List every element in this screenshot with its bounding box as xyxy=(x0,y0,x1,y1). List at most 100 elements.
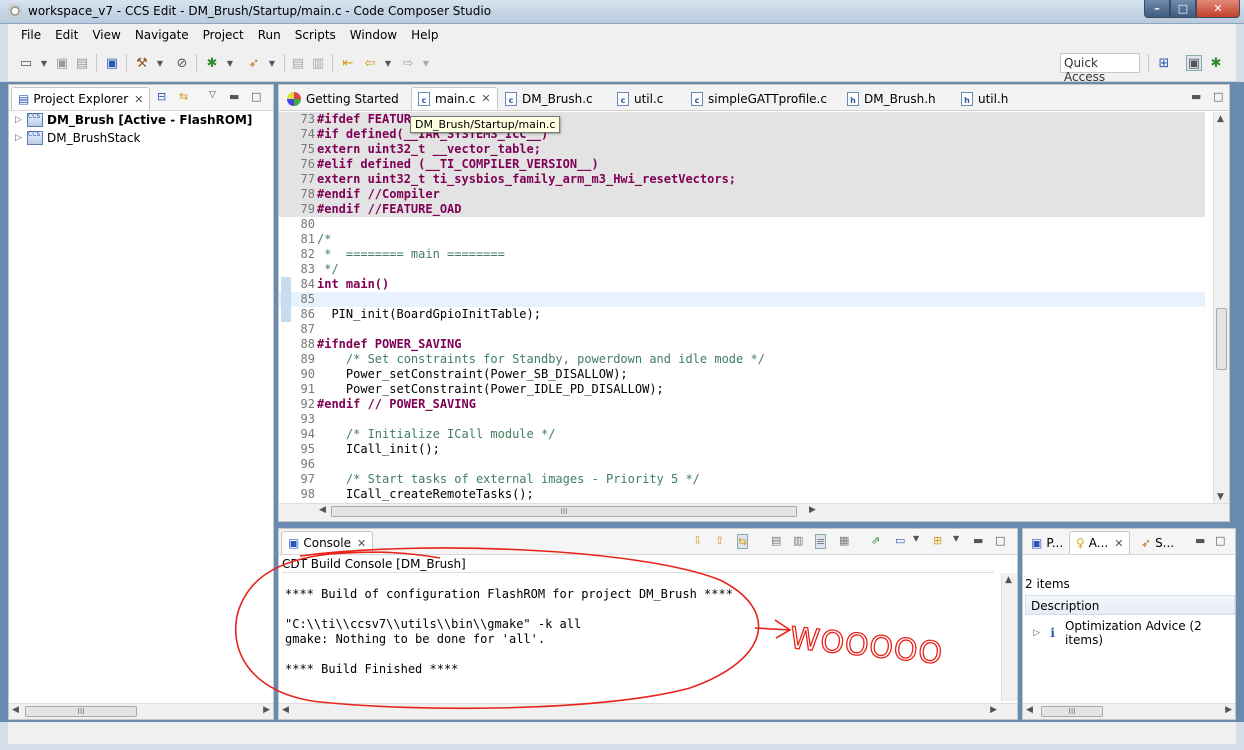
copy-console-icon[interactable]: ▤ xyxy=(771,534,781,547)
display-dropdown-icon[interactable]: ▼ xyxy=(913,534,919,543)
horizontal-scrollbar[interactable]: ◀ ▶ xyxy=(279,703,1017,719)
minimize-view-icon[interactable]: ▬ xyxy=(973,534,983,547)
horizontal-scrollbar[interactable]: ◀ III ▶ xyxy=(279,503,1229,521)
scroll-right-arrow-icon[interactable]: ▶ xyxy=(1225,705,1232,715)
code-line[interactable]: 89 /* Set constraints for Standby, power… xyxy=(279,352,1205,367)
code-line[interactable]: 88 #ifndef POWER_SAVING xyxy=(279,337,1205,352)
horizontal-scrollbar[interactable]: ◀ III ▶ xyxy=(1023,703,1235,719)
code-line[interactable]: 86 PIN_init(BoardGpioInitTable); xyxy=(279,307,1205,322)
new-icon[interactable]: ▭ xyxy=(18,55,34,71)
code-area[interactable]: 73 #ifdef FEATUR 74 #if defined(__IAR_SYSTE… xyxy=(279,112,1205,504)
tab-getting-started[interactable]: Getting Started xyxy=(281,87,405,110)
code-line[interactable]: 78 #endif //Compiler xyxy=(279,187,1205,202)
code-line[interactable]: 98 ICall_createRemoteTasks(); xyxy=(279,487,1205,502)
maximize-view-icon[interactable]: □ xyxy=(1215,534,1225,547)
collapse-all-icon[interactable]: ⊟ xyxy=(157,90,166,103)
code-line[interactable]: 82 * ======== main ======== xyxy=(279,247,1205,262)
minimize-view-icon[interactable]: ▬ xyxy=(1191,90,1201,103)
build-dropdown-icon[interactable]: ▼ xyxy=(152,55,168,71)
tree-item-dm-brushstack[interactable]: ▷ CCS DM_BrushStack xyxy=(15,129,140,147)
open-console-icon[interactable]: ⊞ xyxy=(933,534,942,547)
scroll-right-arrow-icon[interactable]: ▶ xyxy=(990,705,997,715)
build-hammer-icon[interactable]: ⚒ xyxy=(134,55,150,71)
code-line[interactable]: 81/* xyxy=(279,232,1205,247)
ccs-debug-perspective-icon[interactable]: ✱ xyxy=(1208,55,1224,71)
scroll-right-arrow-icon[interactable]: ▶ xyxy=(809,505,816,515)
view-menu-icon[interactable]: ▽ xyxy=(209,90,216,100)
code-line[interactable]: 75 extern uint32_t __vector_table; xyxy=(279,142,1205,157)
description-column-header[interactable]: Description xyxy=(1025,595,1235,615)
tab-simplegattprofile-c[interactable]: c simpleGATTprofile.c xyxy=(685,87,833,110)
terminal-icon[interactable]: ▣ xyxy=(104,55,120,71)
forward-dropdown-icon[interactable]: ▼ xyxy=(418,55,434,71)
maximize-view-icon[interactable]: □ xyxy=(251,90,261,103)
scroll-left-arrow-icon[interactable]: ◀ xyxy=(1026,705,1033,715)
code-line[interactable]: 93 xyxy=(279,412,1205,427)
optimization-advice-row[interactable]: ▷ i Optimization Advice (2 items) xyxy=(1033,619,1235,647)
menu-file[interactable]: File xyxy=(21,28,41,42)
scroll-right-arrow-icon[interactable]: ▶ xyxy=(263,705,270,715)
maximize-view-icon[interactable]: □ xyxy=(995,534,1005,547)
menu-help[interactable]: Help xyxy=(411,28,438,42)
display-console-icon[interactable]: ▭ xyxy=(895,534,905,547)
tab-advice[interactable]: ♀ A... ✕ xyxy=(1069,531,1131,554)
debug-dropdown-icon[interactable]: ▼ xyxy=(222,55,238,71)
debug-bug-icon[interactable]: ✱ xyxy=(204,55,220,71)
scrollbar-thumb[interactable] xyxy=(1216,308,1227,370)
flash-dropdown-icon[interactable]: ▼ xyxy=(264,55,280,71)
open-console-dropdown-icon[interactable]: ▼ xyxy=(953,534,959,543)
code-line[interactable]: 84 int main() xyxy=(279,277,1205,292)
horizontal-scrollbar[interactable]: ◀ III ▶ xyxy=(9,703,273,719)
back-icon[interactable]: ⇦ xyxy=(362,55,378,71)
tab-project-explorer[interactable]: ▤ Project Explorer ✕ xyxy=(11,87,151,110)
tab-console[interactable]: ▣ Console ✕ xyxy=(281,531,374,554)
close-icon[interactable]: ✕ xyxy=(1114,537,1123,550)
quick-access-input[interactable]: Quick Access xyxy=(1060,53,1140,84)
tree-item-dm-brush[interactable]: ▷ CCS DM_Brush [Active - FlashROM] xyxy=(15,111,252,129)
search-icon[interactable]: ⊘ xyxy=(174,55,190,71)
code-line[interactable]: 94 /* Initialize ICall module */ xyxy=(279,427,1205,442)
toggle-block-icon[interactable]: ▥ xyxy=(310,55,326,71)
minimize-view-icon[interactable]: ▬ xyxy=(1195,534,1205,547)
expand-arrow-icon[interactable]: ▷ xyxy=(15,133,27,143)
code-line[interactable]: 76 #elif defined (__TI_COMPILER_VERSION__… xyxy=(279,157,1205,172)
previous-build-console-icon[interactable]: ⇧ xyxy=(715,534,724,547)
forward-icon[interactable]: ⇨ xyxy=(400,55,416,71)
save-all-icon[interactable]: ▤ xyxy=(74,55,90,71)
link-with-editor-icon[interactable]: ⇆ xyxy=(179,90,188,103)
tab-main-c[interactable]: c main.c ✕ xyxy=(411,87,498,110)
next-build-console-icon[interactable]: ⇩ xyxy=(693,534,702,547)
close-icon[interactable]: ✕ xyxy=(134,93,143,106)
vertical-scrollbar[interactable]: ▲ xyxy=(1001,573,1017,701)
scroll-left-arrow-icon[interactable]: ◀ xyxy=(282,705,289,715)
close-icon[interactable]: ✕ xyxy=(357,537,366,550)
code-line[interactable]: 91 Power_setConstraint(Power_IDLE_PD_DIS… xyxy=(279,382,1205,397)
scroll-lock-icon[interactable]: ⇆ xyxy=(737,534,749,549)
last-edit-icon[interactable]: ⇤ xyxy=(340,55,356,71)
expand-arrow-icon[interactable]: ▷ xyxy=(15,115,27,125)
flash-icon[interactable]: ➶ xyxy=(246,55,262,71)
open-perspective-icon[interactable]: ⊞ xyxy=(1156,55,1172,71)
code-line[interactable]: 96 xyxy=(279,457,1205,472)
tab-problems[interactable]: ▣ P... xyxy=(1025,531,1069,554)
clear-console-icon[interactable]: ▦ xyxy=(839,534,849,547)
tab-util-c[interactable]: c util.c xyxy=(611,87,669,110)
scroll-left-arrow-icon[interactable]: ◀ xyxy=(12,705,19,715)
ccs-edit-perspective-icon[interactable]: ▣ xyxy=(1186,55,1202,71)
pin-console-icon[interactable]: ⇗ xyxy=(871,534,880,547)
vertical-scrollbar[interactable]: ▲ ▼ xyxy=(1213,112,1229,504)
scroll-up-arrow-icon[interactable]: ▲ xyxy=(1217,114,1224,124)
console-output[interactable]: **** Build of configuration FlashROM for… xyxy=(282,572,994,702)
maximize-button[interactable]: □ xyxy=(1170,0,1196,18)
tab-dm-brush-h[interactable]: h DM_Brush.h xyxy=(841,87,942,110)
tab-search[interactable]: ➶ S... xyxy=(1135,531,1180,554)
code-line[interactable]: 85 xyxy=(279,292,1205,307)
code-line[interactable]: 95 ICall_init(); xyxy=(279,442,1205,457)
menu-scripts[interactable]: Scripts xyxy=(295,28,336,42)
code-line[interactable]: 83 */ xyxy=(279,262,1205,277)
back-dropdown-icon[interactable]: ▼ xyxy=(380,55,396,71)
code-line[interactable]: 87 xyxy=(279,322,1205,337)
scrollbar-thumb[interactable]: III xyxy=(25,706,137,717)
code-line[interactable]: 97 /* Start tasks of external images - P… xyxy=(279,472,1205,487)
minimize-button[interactable]: – xyxy=(1144,0,1170,18)
